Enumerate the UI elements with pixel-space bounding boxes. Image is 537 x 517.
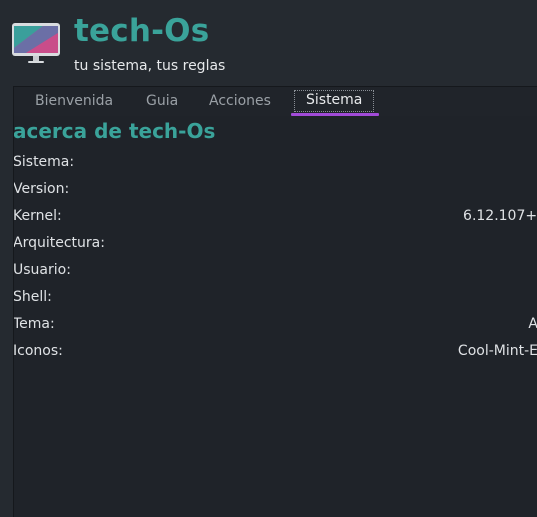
info-value: 6.12.107+d (463, 208, 537, 224)
system-panel: acerca de tech-Os Sistema: t Version: Ke… (14, 116, 537, 517)
info-row-kernel: Kernel: 6.12.107+d (14, 206, 537, 228)
app-window: tech-Os tu sistema, tus reglas Bienvenid… (0, 0, 537, 517)
info-row-shell: Shell: (14, 287, 537, 309)
app-title: tech-Os (74, 13, 210, 49)
info-label: Shell: (14, 289, 52, 305)
monitor-logo-icon (12, 23, 60, 63)
info-label: Kernel: (14, 208, 62, 224)
info-label: Sistema: (14, 154, 75, 170)
info-label: Arquitectura: (14, 235, 105, 251)
header: tech-Os tu sistema, tus reglas (0, 0, 537, 86)
tab-bar: Bienvenida Guia Acciones Sistema (14, 87, 537, 116)
tab-bienvenida[interactable]: Bienvenida (35, 92, 113, 112)
info-row-iconos: Iconos: Cool-Mint-E (14, 341, 537, 363)
info-label: Iconos: (14, 343, 63, 359)
info-row-arquitectura: Arquitectura: (14, 233, 537, 255)
app-subtitle: tu sistema, tus reglas (74, 58, 226, 74)
info-row-sistema: Sistema: t (14, 152, 537, 174)
tab-acciones[interactable]: Acciones (209, 92, 271, 112)
tab-sistema[interactable]: Sistema (294, 90, 375, 112)
info-value: A (528, 316, 537, 332)
info-label: Tema: (14, 316, 55, 332)
info-label: Version: (14, 181, 70, 197)
info-label: Usuario: (14, 262, 71, 278)
section-title: acerca de tech-Os (14, 119, 216, 143)
info-value: t (397, 154, 537, 170)
tab-guia[interactable]: Guia (146, 92, 178, 112)
info-row-usuario: Usuario: (14, 260, 537, 282)
notebook: Bienvenida Guia Acciones Sistema acerca … (13, 86, 537, 517)
info-row-tema: Tema: A (14, 314, 537, 336)
info-value: Cool-Mint-E (457, 343, 537, 359)
info-row-version: Version: (14, 179, 537, 201)
